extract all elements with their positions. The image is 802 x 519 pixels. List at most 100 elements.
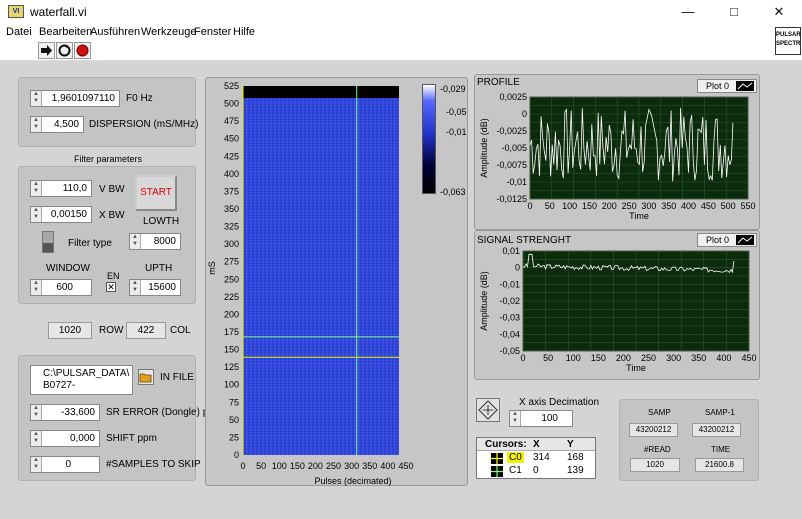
frequency-well [18,77,196,147]
menu-edit[interactable]: Bearbeiten [39,26,92,38]
menu-window[interactable]: Fenster [194,26,231,38]
time-indicator: 21600.8 [695,458,744,472]
spin-icon[interactable]: ▲ ▼ [31,405,42,420]
spin-icon[interactable]: ▲ ▼ [31,280,42,295]
cursor-header-cell: Y [567,439,574,450]
maximize-icon[interactable]: □ [711,0,757,24]
dispersion-label: DISPERSION (mS/MHz) [89,119,199,130]
time-label: TIME [711,445,731,454]
spin-icon[interactable]: ▲ ▼ [130,234,141,249]
x-decimation-value: 100 [541,413,558,424]
waterfall-xtick: 450 [398,461,413,471]
start-button[interactable]: START [135,175,177,211]
app-icon: VI [8,5,24,18]
abort-icon[interactable] [74,42,91,59]
infile-path[interactable]: C:\PULSAR_DATA\ B0727- [30,365,133,395]
plot-xtick: 400 [716,353,731,363]
sr-error-input[interactable]: ▲ ▼ -33,600 [30,404,100,421]
spin-icon[interactable]: ▲ ▼ [130,280,141,295]
menu-help[interactable]: Hilfe [233,26,255,38]
f0-input[interactable]: ▲ ▼ 1,9601097110 [30,90,120,107]
plot-xlabel: Time [626,363,646,373]
plot-xtick: 250 [641,353,656,363]
infile-label: IN FILE [160,372,194,383]
vbw-label: V BW [99,184,125,195]
menu-file[interactable]: Datei [6,26,32,38]
waterfall-ytick: 25 [229,432,239,442]
waterfall-xtick: 200 [308,461,323,471]
folder-browse-icon[interactable] [138,369,154,385]
plot-ytick: -0,0125 [496,194,527,204]
dispersion-input[interactable]: ▲ ▼ 4,500 [30,116,84,133]
menu-tools[interactable]: Werkzeuge [141,26,196,38]
lowth-input[interactable]: ▲ ▼ 8000 [129,233,181,250]
waterfall-ytick: 500 [224,99,239,109]
samp1-label: SAMP-1 [705,408,735,417]
spin-icon[interactable]: ▲ ▼ [31,91,42,106]
plot-ylabel: Amplitude (dB) [479,118,489,178]
upth-value: 15600 [148,282,176,293]
waterfall-ytick: 275 [224,257,239,267]
spin-icon[interactable]: ▲ ▼ [510,411,521,426]
plot-ytick: -0,01 [506,177,527,187]
samp-indicator: 43200212 [629,423,678,437]
plot-xtick: 100 [562,201,577,211]
run-arrow-icon[interactable] [38,42,55,59]
waterfall-xtick: 300 [344,461,359,471]
minimize-icon[interactable]: — [665,0,711,24]
waterfall-xtick: 150 [290,461,305,471]
upth-input[interactable]: ▲ ▼ 15600 [129,279,181,296]
waterfall-ytick: 225 [224,292,239,302]
lowth-value: 8000 [153,236,176,247]
spin-icon[interactable]: ▲ ▼ [31,117,42,132]
plot-ytick: -0,0075 [496,160,527,170]
x-decimation-input[interactable]: ▲ ▼ 100 [509,410,573,427]
waterfall-ytick: 50 [229,415,239,425]
plot-xtick: 450 [701,201,716,211]
waterfall-ytick: 450 [224,134,239,144]
profile-svg: 0,00250-0,0025-0,005-0,0075-0,01-0,01250… [479,92,756,221]
vbw-input[interactable]: ▲ ▼ 110,0 [30,180,92,197]
sr-error-value: -33,600 [61,407,95,418]
shift-input[interactable]: ▲ ▼ 0,000 [30,430,100,447]
graph-palette-icon[interactable] [476,398,500,422]
waterfall-ytick: 250 [224,274,239,284]
vi-icon-line: PULSAR [776,32,801,38]
plot-ytick: -0,04 [499,329,520,339]
plot-xtick: 250 [622,201,637,211]
samples-skip-input[interactable]: ▲ ▼ 0 [30,456,100,473]
en-checkbox[interactable]: ✕ [106,282,116,292]
run-continuously-icon[interactable] [56,42,73,59]
plot-ytick: -0,03 [499,313,520,323]
waterfall-ytick: 525 [224,81,239,91]
vi-icon-line: SPECTR [776,41,801,47]
infile-line: C:\PULSAR_DATA\ [43,368,130,379]
dispersion-value: 4,500 [53,119,79,130]
cursor-c1-name[interactable]: C1 [509,465,522,476]
plot-xtick: 400 [681,201,696,211]
plot-xtick: 0 [520,353,525,363]
spin-icon[interactable]: ▲ ▼ [31,207,42,222]
samp1-indicator: 43200212 [692,423,741,437]
menu-run[interactable]: Ausführen [90,26,140,38]
f0-value: 1,9601097110 [51,93,115,104]
vi-icon: PULSAR SPECTR [775,27,801,55]
spin-icon[interactable]: ▲ ▼ [31,457,42,472]
shift-value: 0,000 [69,433,95,444]
close-icon[interactable]: ✕ [756,0,802,24]
xbw-input[interactable]: ▲ ▼ 0,00150 [30,206,92,223]
waterfall-xtick: 50 [256,461,266,471]
waterfall-xtick: 400 [380,461,395,471]
plot-xtick: 300 [641,201,656,211]
plot-ytick: -0,01 [499,279,520,289]
spin-icon[interactable]: ▲ ▼ [31,431,42,446]
plot-xtick: 50 [543,353,553,363]
row-label: ROW [99,325,124,336]
plot-ylabel: Amplitude (dB) [479,271,489,331]
window-input[interactable]: ▲ ▼ 600 [30,279,92,296]
cursor-legend[interactable]: Cursors: X Y C0 314 168 C1 0 139 [476,437,596,479]
cursor-c0-name[interactable]: C0 [507,452,524,463]
spin-icon[interactable]: ▲ ▼ [31,181,42,196]
waterfall-xtick: 0 [240,461,245,471]
filter-type-switch[interactable] [42,231,54,253]
